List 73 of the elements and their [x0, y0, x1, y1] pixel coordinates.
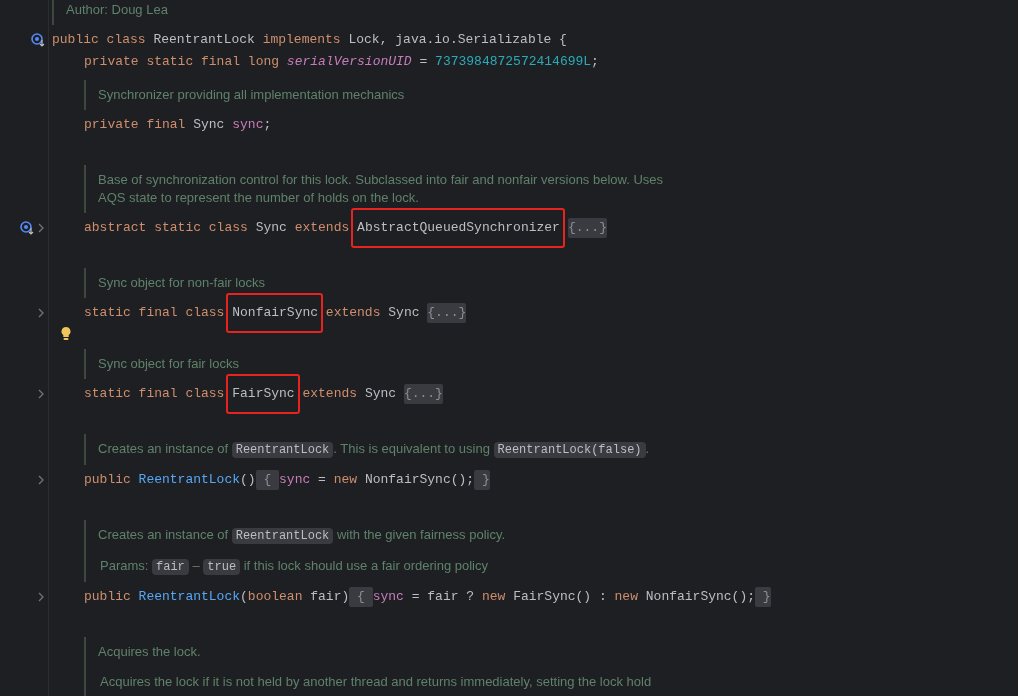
override-icon[interactable] — [31, 33, 45, 47]
number-literal: 7373984872572414699L — [435, 53, 592, 72]
doc-text: Creates an instance of — [98, 441, 230, 456]
folded-code[interactable]: {...} — [403, 384, 443, 404]
doc-text: . This is equivalent to using — [333, 441, 491, 456]
keyword: new — [614, 588, 639, 607]
doc-text: Params: — [100, 558, 150, 573]
code-text: NonfairSync(); — [645, 588, 755, 607]
folded-code[interactable]: } — [755, 587, 771, 607]
code-text: ReentrantLock — [153, 31, 256, 50]
keyword: extends — [294, 219, 351, 238]
code-text: = — [418, 53, 429, 72]
code-text: FairSync() : — [513, 588, 608, 607]
folded-code[interactable]: {...} — [427, 303, 467, 323]
inline-code: ReentrantLock — [231, 442, 334, 458]
code-text: ( — [240, 588, 248, 607]
code-text: Lock, java.io.Serializable { — [348, 31, 567, 50]
keyword: static final class — [84, 304, 226, 323]
code-text: Sync — [255, 219, 288, 238]
keyword: private static final long — [84, 53, 281, 72]
folded-code[interactable]: } — [474, 470, 490, 490]
doc-text: Acquires the lock if it is not held by another thread and returns immediately, setting the lock hold — [100, 674, 652, 689]
code-text: fair) — [310, 588, 350, 607]
keyword: static final class — [84, 385, 226, 404]
code-text: NonfairSync — [232, 303, 319, 323]
code-text: NonfairSync(); — [364, 471, 475, 490]
doc-text: Base of synchronization control for this lock. Subclassed into fair and nonfair versions below. Uses AQS state to represent the number of holds on the lock. — [98, 172, 664, 205]
field-name: sync — [372, 588, 404, 607]
doc-text: . — [645, 441, 650, 456]
keyword: new — [333, 471, 359, 490]
doc-text: Acquires the lock. — [98, 644, 201, 659]
inline-code: ReentrantLock — [231, 528, 334, 544]
code-text: FairSync — [232, 384, 295, 404]
folded-code[interactable]: { — [349, 587, 373, 607]
override-icon[interactable] — [20, 221, 34, 235]
method-name: ReentrantLock — [138, 471, 241, 490]
folded-code[interactable]: {...} — [567, 218, 607, 238]
code-text: = fair ? — [410, 588, 476, 607]
inline-code: ReentrantLock(false) — [493, 442, 646, 458]
keyword: private final — [84, 116, 187, 135]
keyword: implements — [262, 31, 342, 50]
field-name: sync — [232, 116, 264, 135]
code-text: AbstractQueuedSynchronizer — [357, 218, 560, 238]
keyword: abstract static class — [84, 219, 249, 238]
keyword: public — [84, 471, 132, 490]
doc-text: Sync object for non-fair locks — [98, 275, 265, 290]
keyword: new — [481, 588, 507, 607]
keyword: boolean — [247, 588, 304, 607]
doc-text: – — [191, 558, 201, 573]
code-text: Sync — [388, 304, 421, 323]
keyword: extends — [301, 385, 359, 404]
keyword: public — [84, 588, 132, 607]
code-text: Sync — [193, 116, 226, 135]
code-text: () — [240, 471, 256, 490]
doc-text: if this lock should use a fair ordering policy — [242, 558, 488, 573]
folded-code[interactable]: { — [255, 470, 280, 490]
method-name: ReentrantLock — [138, 588, 241, 607]
doc-text: Creates an instance of — [98, 527, 230, 542]
keyword: extends — [324, 304, 382, 323]
lightbulb-icon[interactable] — [60, 325, 72, 341]
doc-text: Author: Doug Lea — [66, 2, 168, 17]
code-text: ; — [263, 116, 272, 135]
field-name: sync — [279, 471, 311, 490]
doc-text: with the given fairness policy. — [335, 527, 506, 542]
code-text: = — [317, 471, 327, 490]
inline-code: fair — [152, 559, 189, 575]
keyword: public class — [52, 31, 147, 50]
doc-text: Synchronizer providing all implementation mechanics — [98, 87, 405, 102]
doc-text: Sync object for fair locks — [98, 356, 239, 371]
inline-code: true — [203, 559, 241, 575]
code-text: Sync — [364, 385, 398, 404]
code-text: ; — [591, 53, 599, 72]
constant-name: serialVersionUID — [286, 53, 412, 72]
